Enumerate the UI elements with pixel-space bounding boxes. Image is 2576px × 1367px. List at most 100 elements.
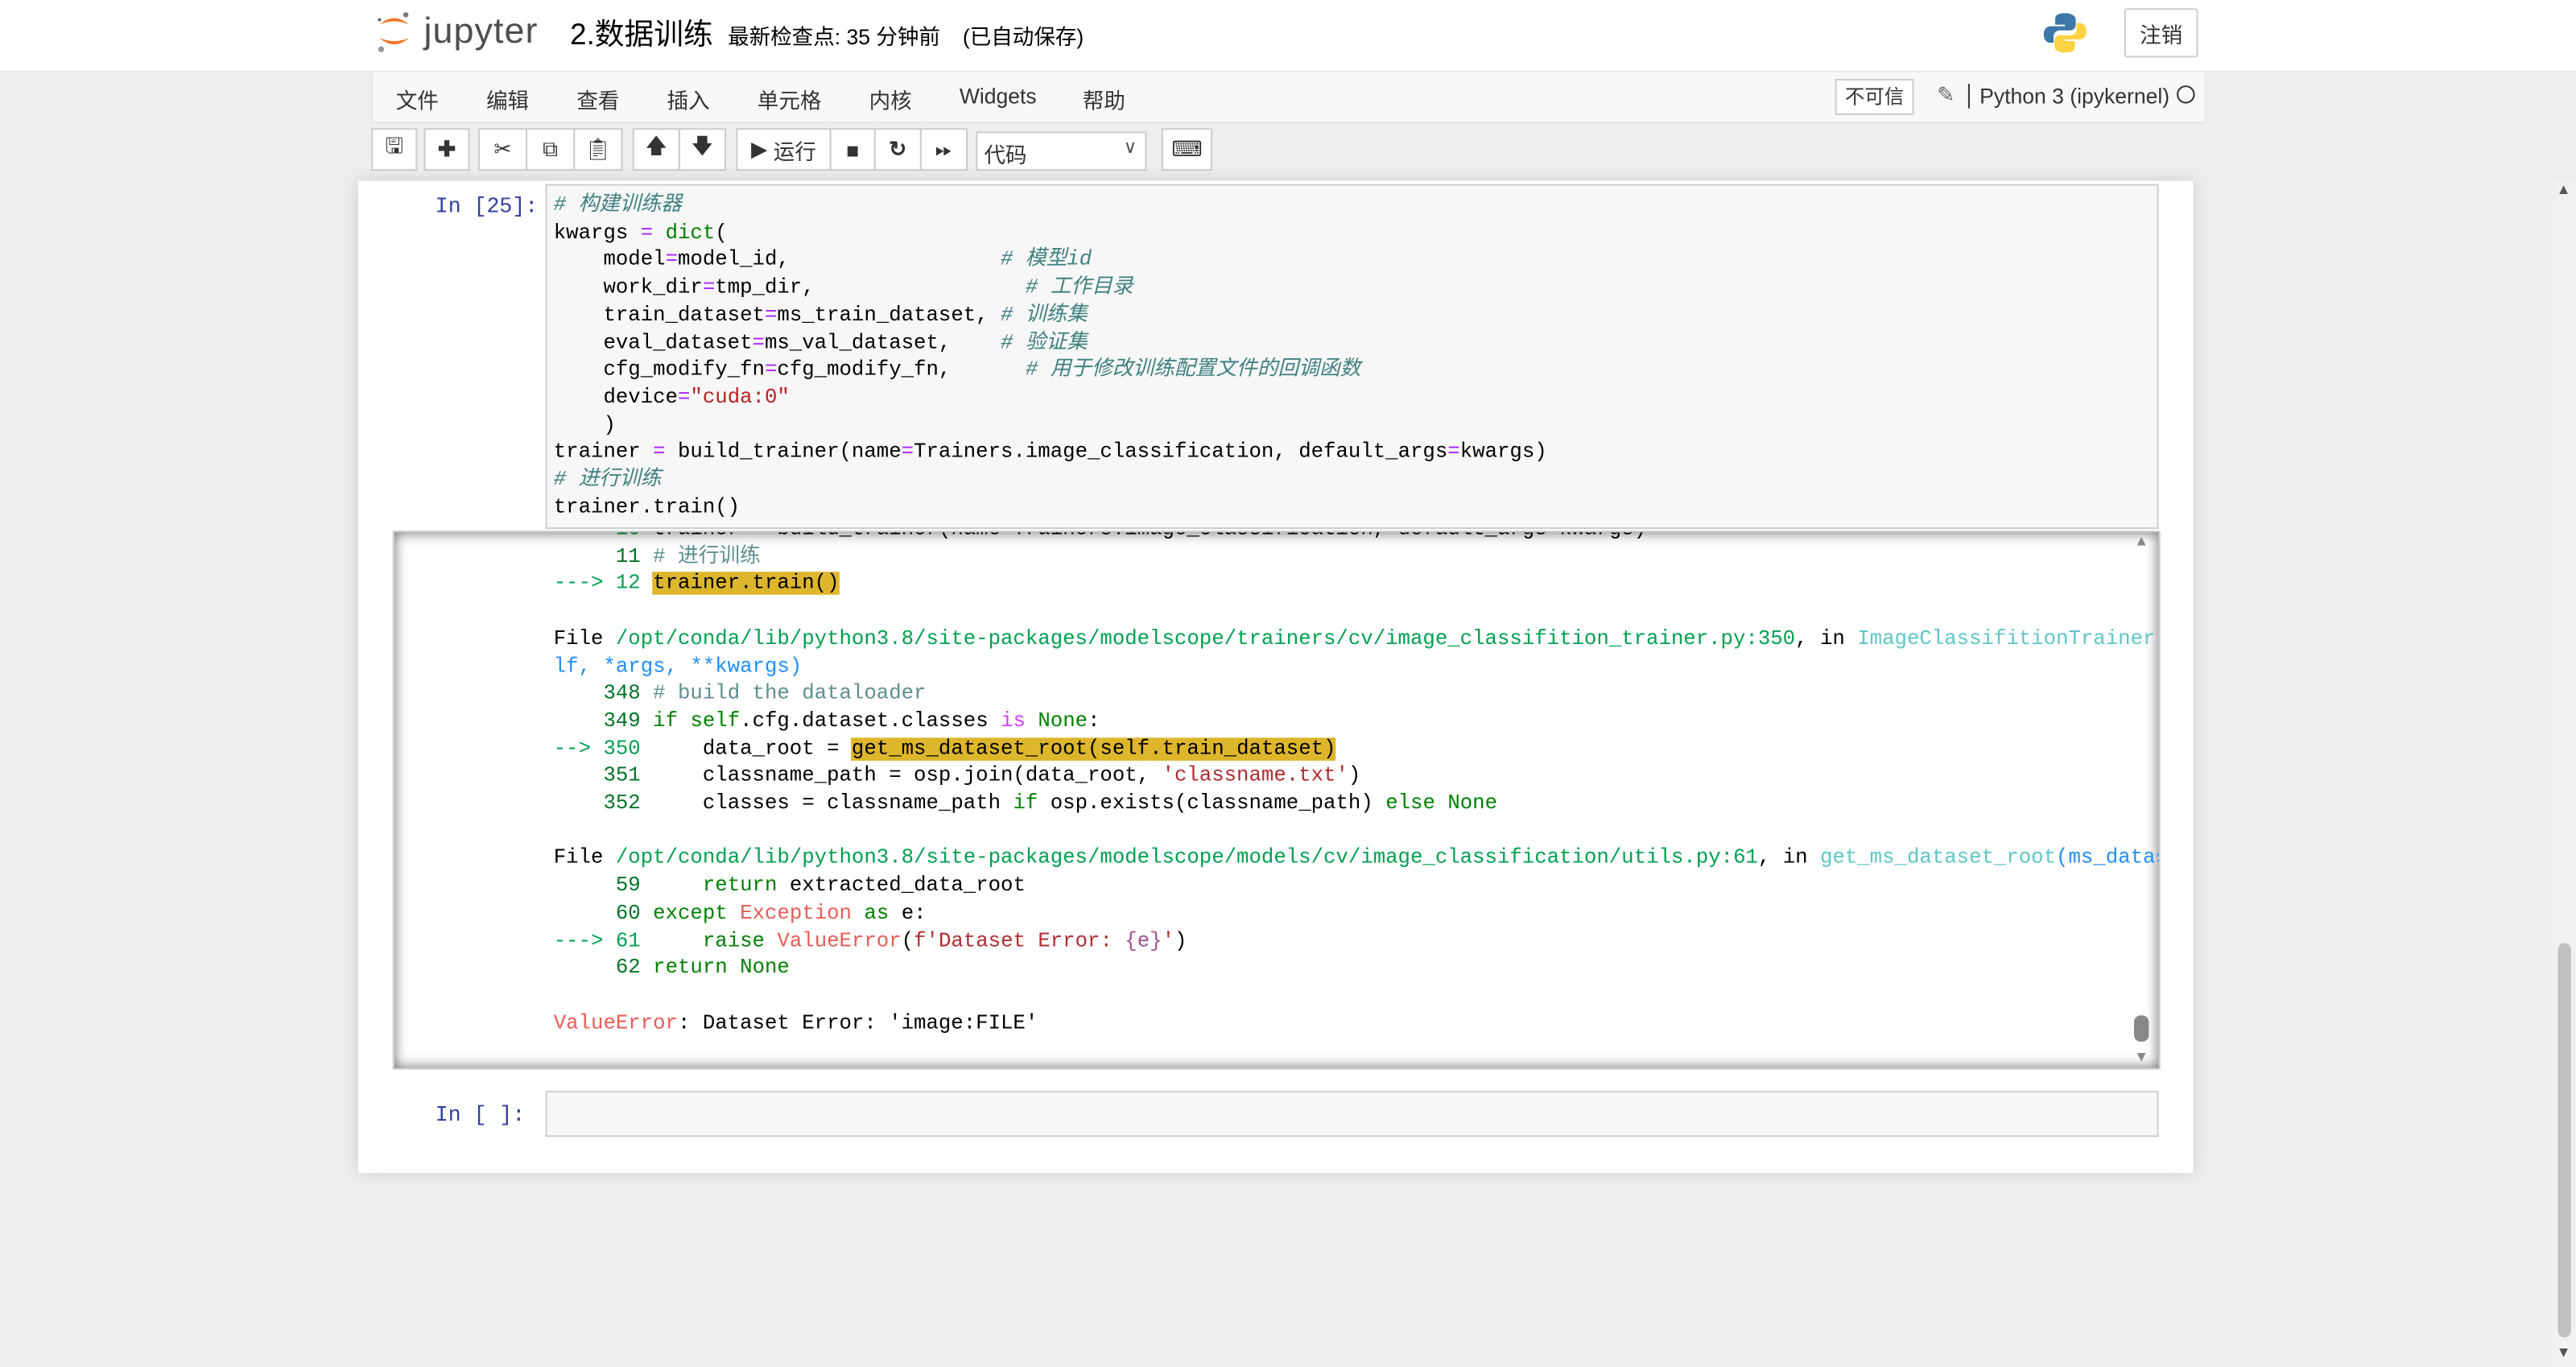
code-token: None (1038, 709, 1088, 733)
code-token: self (1100, 737, 1150, 761)
notebook-container: In [25]: # 构建训练器 kwargs = dict( model=mod… (357, 180, 2194, 1174)
page-scrollbar[interactable]: ▲ ▼ (2553, 180, 2576, 1367)
traceback-line (554, 982, 2159, 1010)
menu-help[interactable]: 帮助 (1083, 84, 1125, 115)
code-token: .train_dataset) (1150, 737, 1336, 761)
stop-icon: ■ (846, 137, 860, 163)
traceback-line: 59 return extracted_data_root (554, 873, 2159, 900)
restart-run-all-button[interactable]: ⏩︎ (919, 128, 968, 171)
code-token: --> 350 (553, 737, 654, 761)
code-line: kwargs = dict( (554, 220, 2151, 247)
code-token: = (764, 358, 778, 382)
input-prompt: In [25]: (435, 193, 539, 219)
restart-button[interactable]: ↻ (873, 128, 922, 171)
output-scrollbar[interactable]: ▲ ▼ (2132, 532, 2152, 1068)
jupyter-logo-icon (378, 12, 410, 52)
traceback-line (554, 598, 2159, 626)
traceback-line: lf, *args, **kwargs) (554, 653, 2159, 680)
code-token: /opt/conda/lib/python3.8/site-packages/m… (615, 846, 1758, 870)
scroll-up-icon[interactable]: ▲ (2556, 180, 2570, 196)
jupyter-notebook-window: jupyter 2.数据训练 最新检查点: 35 分钟前 (已自动保存) 注销 … (0, 0, 2576, 1367)
move-down-button[interactable]: 🡇 (678, 128, 727, 171)
python-logo-icon (2043, 13, 2087, 53)
code-token: # 模型id (1001, 248, 1092, 272)
insert-cell-button[interactable]: ✚ (423, 128, 470, 171)
code-token: device (553, 386, 678, 409)
scroll-down-icon[interactable]: ▼ (2134, 1048, 2149, 1064)
code-token: # 进行训练 (653, 544, 761, 568)
code-token: File (553, 627, 616, 650)
scroll-down-icon[interactable]: ▼ (2556, 1344, 2570, 1360)
code-token: 10 (554, 532, 653, 540)
code-token: Exception (740, 902, 852, 925)
code-token: 11 (553, 544, 654, 568)
code-token: 348 (553, 682, 654, 705)
code-token: 351 (553, 764, 654, 788)
code-token: eval_dataset (553, 331, 753, 354)
menu-kernel[interactable]: 内核 (869, 84, 912, 115)
logout-button[interactable]: 注销 (2124, 8, 2198, 58)
save-icon: 🖫 (385, 133, 404, 158)
code-line: train_dataset=ms_train_dataset, # 训练集 (554, 302, 2151, 329)
code-token: = (640, 221, 654, 245)
chevron-down-icon: ∨ (1123, 138, 1137, 158)
command-palette-button[interactable]: ⌨ (1161, 128, 1213, 171)
code-token: ms_val_dataset, (764, 331, 1001, 354)
cut-button[interactable]: ✂ (477, 128, 528, 171)
pencil-icon[interactable]: ✎ (1937, 82, 1955, 109)
code-token: cfg_modify_fn (553, 358, 765, 382)
cell-type-select[interactable]: 代码 ∨ (976, 131, 1147, 171)
scroll-thumb[interactable] (2557, 943, 2571, 1338)
code-token: # 工作目录 (1025, 276, 1133, 299)
traceback-line (554, 818, 2159, 845)
code-token: trainer.train() (653, 572, 840, 596)
code-token: except (653, 902, 728, 925)
code-token: trainer.train() (553, 495, 741, 519)
arrow-down-icon: 🡇 (691, 133, 714, 158)
menu-cell[interactable]: 单元格 (758, 84, 822, 115)
code-token: "cuda:0" (690, 386, 790, 409)
menu-edit[interactable]: 编辑 (486, 84, 529, 115)
menu-insert[interactable]: 插入 (667, 84, 710, 115)
traceback-line: 10 trainer = build_trainer(name=Trainers… (554, 532, 2159, 543)
code-token: File (553, 846, 616, 870)
notebook-name[interactable]: 2.数据训练 (570, 11, 713, 54)
code-line: trainer = build_trainer(name=Trainers.im… (554, 440, 2151, 467)
traceback-line: 352 classes = classname_path if osp.exis… (554, 791, 2159, 818)
menu-file[interactable]: 文件 (396, 84, 439, 115)
code-token: trainer (553, 440, 654, 465)
trust-button[interactable]: 不可信 (1835, 78, 1914, 115)
jupyter-logo[interactable]: jupyter (374, 8, 538, 54)
plus-icon: ✚ (437, 136, 456, 161)
copy-button[interactable]: ⧉ (526, 128, 576, 171)
move-up-button[interactable]: 🡅 (632, 128, 680, 171)
menu-view[interactable]: 查看 (576, 84, 619, 115)
code-token: e: (889, 902, 927, 925)
code-line: trainer.train() (554, 494, 2151, 522)
code-token: as (864, 902, 890, 925)
code-token: ValueError (777, 929, 902, 952)
empty-code-cell[interactable] (545, 1091, 2159, 1138)
paste-button[interactable]: 📋︎ (573, 128, 623, 171)
code-line: # 构建训练器 (554, 192, 2151, 220)
code-token: # 验证集 (1001, 331, 1088, 354)
scroll-thumb[interactable] (2133, 1015, 2149, 1042)
code-token: get_ms_dataset_root( (851, 737, 1100, 761)
scroll-up-icon[interactable]: ▲ (2134, 532, 2149, 548)
code-token: # 进行训练 (553, 468, 662, 492)
menu-widgets[interactable]: Widgets (960, 84, 1037, 109)
code-cell-editor[interactable]: # 构建训练器 kwargs = dict( model=model_id, # … (545, 184, 2159, 530)
code-token: ) (1348, 764, 1361, 788)
output-area[interactable]: 10 trainer = build_trainer(name=Trainers… (392, 531, 2161, 1070)
interrupt-button[interactable]: ■ (829, 128, 876, 171)
traceback-line: 11 # 进行训练 (553, 543, 2159, 571)
save-button[interactable]: 🖫 (371, 128, 418, 171)
run-button[interactable]: ▶ 运行 (736, 128, 832, 171)
kernel-name[interactable]: Python 3 (ipykernel) (1967, 84, 2169, 109)
code-token: f'Dataset Error: (914, 929, 1125, 952)
